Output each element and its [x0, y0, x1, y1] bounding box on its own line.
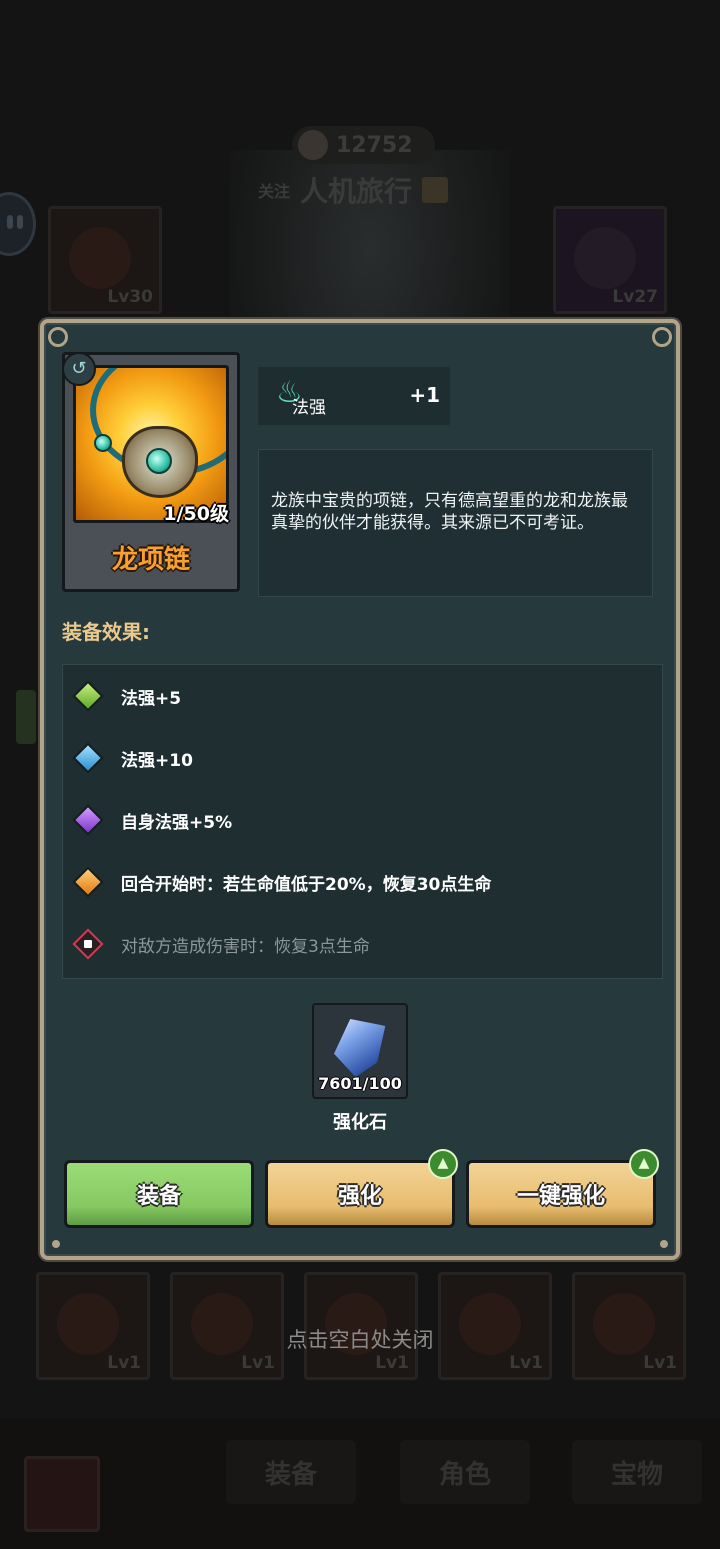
stone-count: 7601/100	[318, 1074, 402, 1093]
effect-text: 自身法强+5%	[121, 812, 233, 833]
item-level: 1/50级	[163, 503, 229, 525]
stat-value: +1	[409, 383, 440, 407]
item-name: 龙项链	[111, 545, 190, 575]
effects-title: 装备效果:	[62, 620, 150, 644]
equip-button[interactable]: 装备	[64, 1160, 254, 1228]
slot-level: Lv1	[509, 1353, 543, 1373]
coin-counter: 12752	[292, 126, 435, 164]
swap-icon[interactable]: ↺	[62, 352, 96, 386]
effect-row: 回合开始时：若生命值低于20%，恢复30点生命	[72, 866, 492, 898]
tab-character: 角色	[400, 1440, 530, 1504]
effect-text: 回合开始时：若生命值低于20%，恢复30点生命	[121, 874, 492, 895]
slot-level: Lv1	[107, 1353, 141, 1373]
follow-label: 关注	[258, 182, 291, 201]
back-icon	[24, 1456, 100, 1532]
upgrade-button-label: 强化	[337, 1184, 382, 1209]
panel-corner-ornament	[48, 327, 68, 347]
equipment-slot: Lv30	[48, 206, 162, 314]
effect-row: 自身法强+5%	[72, 804, 233, 836]
item-card: ↺ 1/50级 龙项链	[62, 352, 240, 592]
orange-diamond-icon	[72, 866, 104, 898]
effect-text: 法强+5	[121, 688, 182, 709]
chat-toggle-icon	[0, 192, 36, 256]
coin-value: 12752	[336, 132, 413, 158]
panel-corner-ornament	[652, 327, 672, 347]
panel-corner-ornament	[52, 1240, 60, 1248]
upgrade-button[interactable]: 强化 ▲	[265, 1149, 458, 1228]
upgrade-stone-slot[interactable]: 7601/100	[312, 1003, 408, 1099]
close-hint[interactable]: 点击空白处关闭	[0, 1324, 720, 1354]
auto-upgrade-button-label: 一键强化	[516, 1184, 605, 1209]
slot-level: Lv1	[643, 1353, 677, 1373]
purple-diamond-icon	[72, 804, 104, 836]
equipment-icon	[574, 227, 636, 289]
upgrade-arrow-icon: ▲	[629, 1149, 659, 1179]
tab-equipment: 装备	[226, 1440, 356, 1504]
slot-level: Lv27	[612, 287, 658, 307]
item-main-stat: ♨ 法强 +1	[258, 367, 450, 425]
stone-label: 强化石	[333, 1112, 387, 1133]
tab-treasure: 宝物	[572, 1440, 702, 1504]
upgrade-arrow-icon: ▲	[428, 1149, 458, 1179]
blue-diamond-icon	[72, 742, 104, 774]
slot-level: Lv1	[241, 1353, 275, 1373]
player-name-row: 关注 人机旅行	[258, 170, 449, 210]
stat-label: 法强	[292, 398, 326, 418]
item-description: 龙族中宝贵的项链，只有德高望重的龙和龙族最真挚的伙伴才能获得。其来源已不可考证。	[258, 449, 653, 597]
edit-icon	[422, 177, 449, 203]
crystal-icon	[334, 1019, 386, 1077]
effect-text: 对敌方造成伤害时：恢复3点生命	[121, 936, 370, 957]
green-diamond-icon	[72, 680, 104, 712]
auto-upgrade-button[interactable]: 一键强化 ▲	[466, 1149, 659, 1228]
equipment-icon	[69, 227, 131, 289]
effect-text: 法强+10	[121, 750, 193, 771]
side-tab	[16, 690, 36, 744]
lock-icon	[72, 928, 104, 960]
panel-corner-ornament	[660, 1240, 668, 1248]
effect-row-locked: 对敌方造成伤害时：恢复3点生命	[72, 928, 370, 960]
equip-button-label: 装备	[136, 1184, 181, 1209]
slot-level: Lv30	[107, 287, 153, 307]
effect-row: 法强+5	[72, 680, 182, 712]
coin-icon	[298, 130, 328, 160]
slot-level: Lv1	[375, 1353, 409, 1373]
effects-list: 法强+5 法强+10 自身法强+5% 回合开始时：若生命值低于20%，恢复30点…	[62, 664, 663, 979]
effect-row: 法强+10	[72, 742, 193, 774]
player-name: 人机旅行	[300, 175, 413, 208]
equipment-slot: Lv27	[553, 206, 667, 314]
